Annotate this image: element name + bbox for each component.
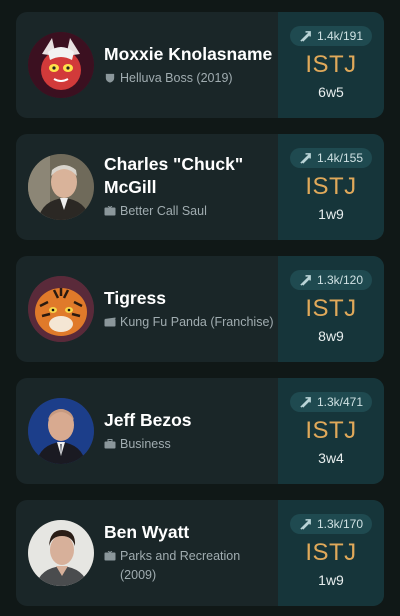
profile-name[interactable]: Tigress <box>104 287 278 310</box>
vote-count-badge[interactable]: 1.4k/155 <box>289 148 373 168</box>
profile-source[interactable]: Parks and Recreation (2009) <box>104 547 278 585</box>
personality-panel[interactable]: 1.3k/170 ISTJ 1w9 <box>278 500 384 606</box>
profile-card[interactable]: Moxxie Knolasname Helluva Boss (2019) 1.… <box>16 12 384 118</box>
personality-type: ISTJ <box>305 51 357 78</box>
profile-source[interactable]: Kung Fu Panda (Franchise) <box>104 313 278 332</box>
vote-count-badge[interactable]: 1.4k/191 <box>289 26 373 46</box>
enneagram-type: 3w4 <box>318 450 344 466</box>
vote-count-badge[interactable]: 1.3k/120 <box>289 270 373 290</box>
vote-icon <box>300 518 311 530</box>
tv-shield-icon <box>105 73 115 83</box>
personality-type: ISTJ <box>305 295 357 322</box>
tv-icon <box>104 206 116 216</box>
profile-info-area[interactable]: Charles "Chuck" McGill Better Call Saul <box>16 134 278 240</box>
vote-count-badge[interactable]: 1.3k/170 <box>289 514 373 534</box>
vote-count: 1.3k/120 <box>316 273 364 287</box>
personality-panel[interactable]: 1.3k/471 ISTJ 3w4 <box>278 378 384 484</box>
profile-info-area[interactable]: Tigress Kung Fu Panda (Franchise) <box>16 256 278 362</box>
profile-name[interactable]: Charles "Chuck" McGill <box>104 153 278 199</box>
vote-icon <box>300 396 311 408</box>
film-icon <box>104 317 116 326</box>
avatar-image <box>28 276 94 342</box>
avatar-image <box>28 154 94 220</box>
personality-type: ISTJ <box>305 539 357 566</box>
tv-icon <box>104 551 116 561</box>
enneagram-type: 1w9 <box>318 572 344 588</box>
profile-card[interactable]: Charles "Chuck" McGill Better Call Saul … <box>16 134 384 240</box>
avatar-image <box>28 398 94 464</box>
vote-count: 1.3k/471 <box>316 395 364 409</box>
personality-panel[interactable]: 1.3k/120 ISTJ 8w9 <box>278 256 384 362</box>
profile-card[interactable]: Tigress Kung Fu Panda (Franchise) 1.3k/1… <box>16 256 384 362</box>
profile-card[interactable]: Ben Wyatt Parks and Recreation (2009) 1.… <box>16 500 384 606</box>
avatar[interactable] <box>28 32 94 98</box>
profile-source[interactable]: Business <box>104 435 278 454</box>
vote-count: 1.3k/170 <box>316 517 364 531</box>
avatar[interactable] <box>28 276 94 342</box>
profile-info-area[interactable]: Moxxie Knolasname Helluva Boss (2019) <box>16 12 278 118</box>
vote-icon <box>300 30 311 42</box>
profile-card[interactable]: Jeff Bezos Business 1.3k/471 ISTJ 3w4 <box>16 378 384 484</box>
personality-panel[interactable]: 1.4k/155 ISTJ 1w9 <box>278 134 384 240</box>
vote-count: 1.4k/155 <box>316 151 364 165</box>
profile-info-area[interactable]: Jeff Bezos Business <box>16 378 278 484</box>
profile-source-label: Kung Fu Panda (Franchise) <box>120 314 274 329</box>
avatar[interactable] <box>28 520 94 586</box>
profile-source-label: Helluva Boss (2019) <box>120 70 233 85</box>
avatar[interactable] <box>28 398 94 464</box>
vote-icon <box>300 274 311 286</box>
personality-type: ISTJ <box>305 173 357 200</box>
profile-name[interactable]: Ben Wyatt <box>104 521 278 544</box>
personality-panel[interactable]: 1.4k/191 ISTJ 6w5 <box>278 12 384 118</box>
enneagram-type: 8w9 <box>318 328 344 344</box>
profile-info-area[interactable]: Ben Wyatt Parks and Recreation (2009) <box>16 500 278 606</box>
briefcase-icon <box>104 438 116 448</box>
vote-icon <box>300 152 311 164</box>
profile-source[interactable]: Better Call Saul <box>104 202 278 221</box>
vote-count-badge[interactable]: 1.3k/471 <box>289 392 373 412</box>
profile-source-label: Better Call Saul <box>120 204 207 218</box>
enneagram-type: 1w9 <box>318 206 344 222</box>
avatar-image <box>28 32 94 98</box>
profile-name[interactable]: Jeff Bezos <box>104 409 278 432</box>
profile-source-label: Business <box>120 436 171 451</box>
profile-source-label: Parks and Recreation (2009) <box>120 549 241 582</box>
enneagram-type: 6w5 <box>318 84 344 100</box>
vote-count: 1.4k/191 <box>316 29 364 43</box>
personality-type: ISTJ <box>305 417 357 444</box>
avatar[interactable] <box>28 154 94 220</box>
profile-source[interactable]: Helluva Boss (2019) <box>104 69 278 88</box>
profile-name[interactable]: Moxxie Knolasname <box>104 43 278 66</box>
avatar-image <box>28 520 94 586</box>
